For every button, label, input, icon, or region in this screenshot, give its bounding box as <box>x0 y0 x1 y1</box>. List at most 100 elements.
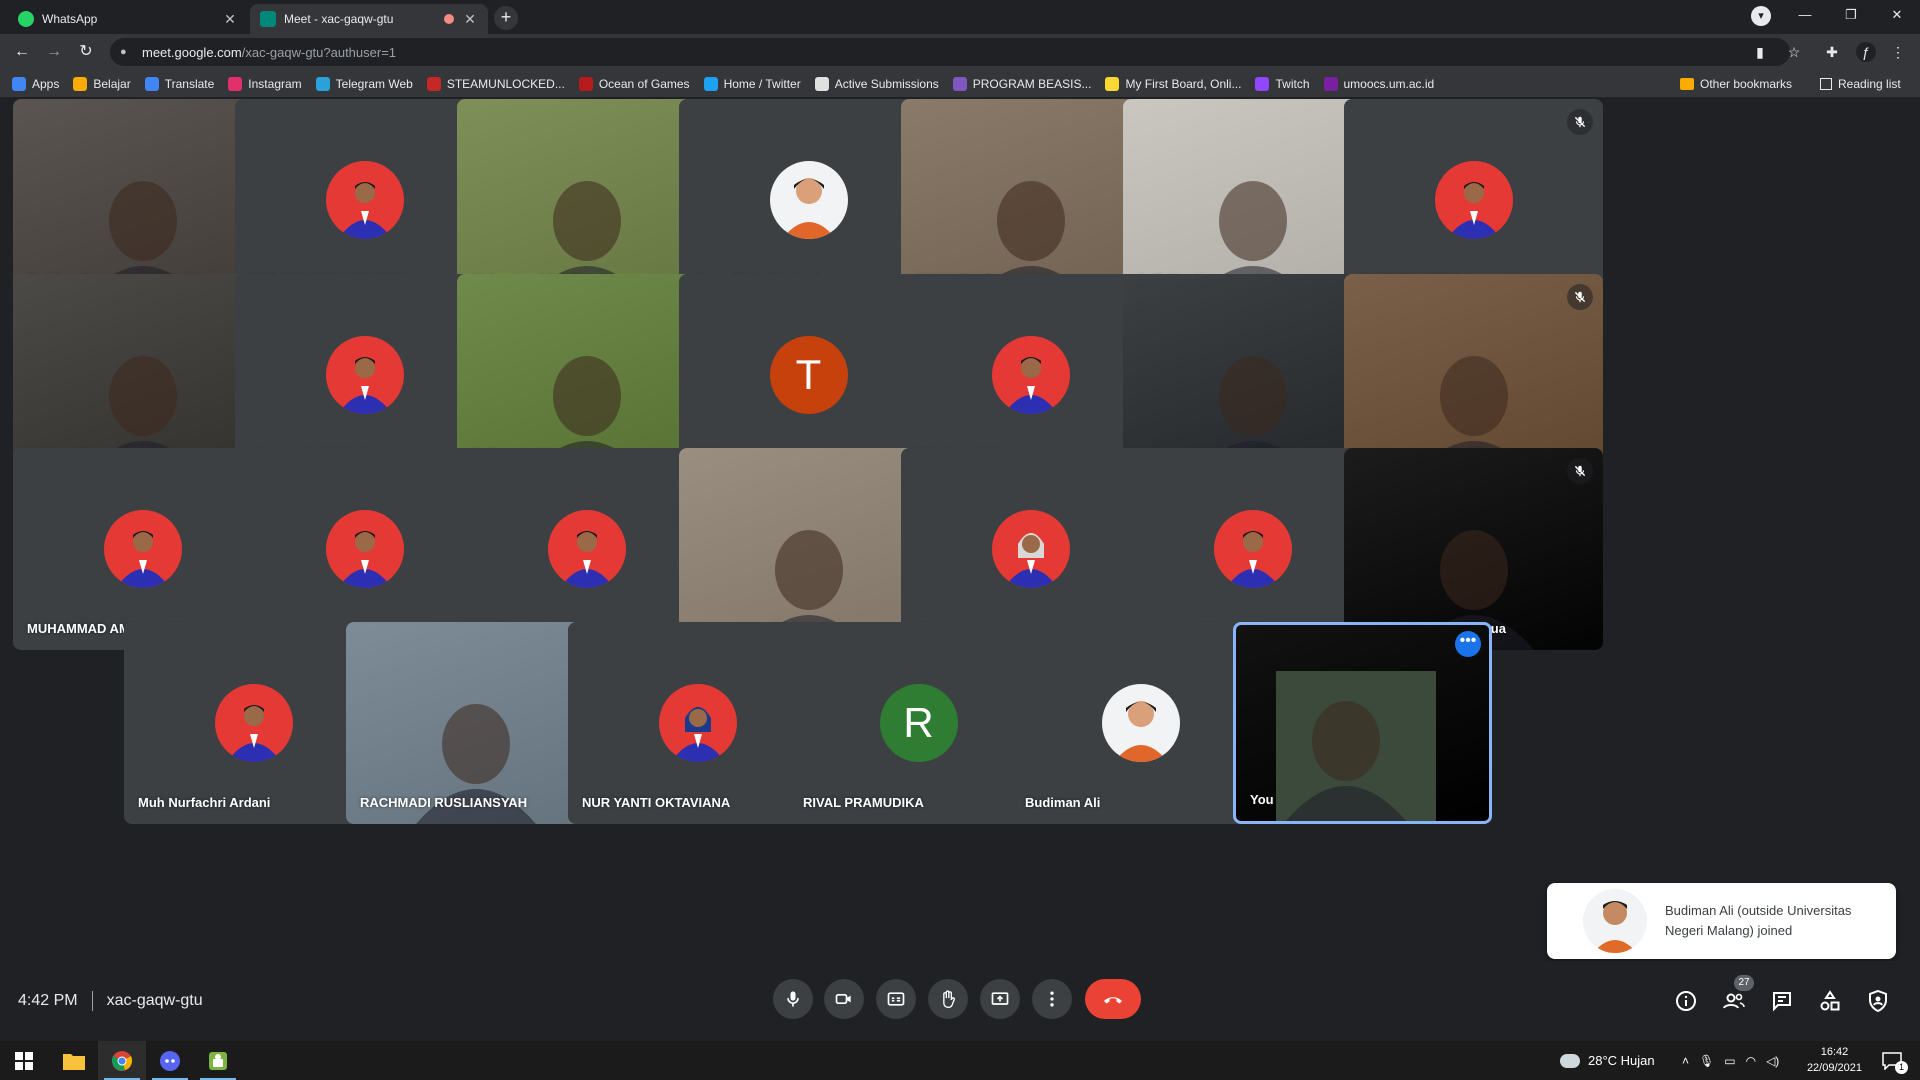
tile-options-icon[interactable]: ••• <box>1455 631 1481 657</box>
participant-tile[interactable]: Novita Nada Tahira <box>679 448 938 650</box>
reading-list[interactable]: Reading list <box>1820 70 1901 98</box>
camera-in-use-icon[interactable]: ▮ <box>1750 42 1770 62</box>
forward-icon[interactable]: → <box>42 40 66 64</box>
participant-tile[interactable]: Muhammad Adi Pramono <box>457 99 716 301</box>
bookmark-favicon-icon <box>1105 76 1120 91</box>
participant-tile[interactable]: RACHMADI RUSLIANSYAH <box>346 622 605 824</box>
participant-tile[interactable]: TTri Pananggung <box>679 274 938 476</box>
bookmark-item[interactable]: My First Board, Onli... <box>1105 76 1241 91</box>
captions-button[interactable] <box>876 979 916 1019</box>
raise-hand-button[interactable] <box>928 979 968 1019</box>
discord-taskbar-button[interactable] <box>146 1041 194 1080</box>
participant-tile[interactable]: NUR SYAHRIAL MAULIDI <box>235 99 494 301</box>
bookmark-item[interactable]: Twitch <box>1255 76 1310 91</box>
participant-tile[interactable]: MUHAMAD DENNO <box>235 274 494 476</box>
volume-icon[interactable]: ◁) <box>1766 1054 1779 1068</box>
bookmark-favicon-icon <box>315 76 330 91</box>
participant-tile[interactable]: Winaldo Dwi Putra Laua <box>1344 448 1603 650</box>
bookmark-item[interactable]: Home / Twitter <box>703 76 801 91</box>
self-video-tile[interactable]: ••• You <box>1233 622 1492 824</box>
bookmark-item[interactable]: STEAMUNLOCKED... <box>426 76 565 91</box>
chevron-up-icon[interactable]: ˄ <box>1682 1054 1689 1068</box>
participant-tile[interactable]: MUHAMMAD AMJAD AZIZ <box>13 448 272 650</box>
battery-icon[interactable]: ▭ <box>1724 1054 1735 1068</box>
profile-icon[interactable]: ƒ <box>1856 42 1876 62</box>
bookmark-item[interactable]: PROGRAM BEASIS... <box>952 76 1091 91</box>
minimize-icon[interactable]: — <box>1782 0 1828 34</box>
mic-button[interactable] <box>773 979 813 1019</box>
close-window-icon[interactable]: ✕ <box>1874 0 1920 34</box>
meeting-info-button[interactable] <box>1672 987 1700 1015</box>
windows-start-button[interactable] <box>0 1041 48 1080</box>
participant-tile[interactable]: Budiman Ali <box>1011 622 1270 824</box>
bookmark-item[interactable]: Translate <box>144 76 214 91</box>
back-icon[interactable]: ← <box>10 40 34 64</box>
host-controls-button[interactable] <box>1864 987 1892 1015</box>
weather-widget[interactable]: 28°C Hujan <box>1560 1041 1655 1080</box>
bookmark-item[interactable]: Apps <box>12 76 59 91</box>
chrome-taskbar-button[interactable] <box>98 1041 146 1080</box>
reading-list-icon <box>1820 78 1832 90</box>
participant-tile[interactable]: MUHAMMAD SYUKUR <box>901 99 1160 301</box>
profile-avatar <box>547 510 626 588</box>
tab-search-icon[interactable]: ▾ <box>1738 0 1784 34</box>
bookmark-item[interactable]: Belajar <box>73 76 131 91</box>
bookmark-label: Ocean of Games <box>598 76 690 91</box>
letter-avatar: R <box>879 684 958 762</box>
camera-button[interactable] <box>824 979 864 1019</box>
bookmark-item[interactable]: umoocs.um.ac.id <box>1323 76 1434 91</box>
video-feed <box>1276 671 1436 821</box>
more-options-button[interactable] <box>1032 979 1072 1019</box>
microphone-tray-icon[interactable]: 🎙 <box>1699 1054 1714 1068</box>
windows-taskbar: 28°C Hujan ˄ 🎙 ▭ ◠ ◁) 16:42 22/09/2021 1 <box>0 1041 1920 1080</box>
bookmark-favicon-icon <box>12 76 26 91</box>
tab-meet[interactable]: Meet - xac-gaqw-gtu ✕ <box>250 4 488 34</box>
address-bar[interactable]: ● meet.google.com/xac-gaqw-gtu?authuser=… <box>110 38 1790 66</box>
participant-tile[interactable]: Befina Aprilliani <box>457 274 716 476</box>
file-explorer-button[interactable] <box>50 1041 98 1080</box>
new-tab-button[interactable]: + <box>494 6 518 30</box>
taskbar-clock[interactable]: 16:42 22/09/2021 <box>1807 1044 1862 1076</box>
participant-tile[interactable]: Ajeng Fitria Wardani <box>679 99 938 301</box>
restore-icon[interactable]: ❐ <box>1828 0 1874 34</box>
participant-tile[interactable]: Saddam Sinatrya Jalu Mukti <box>13 99 272 301</box>
participant-tile[interactable]: P. Brian Permana <box>235 448 494 650</box>
bookmark-item[interactable]: Instagram <box>228 76 302 91</box>
mic-icon <box>787 991 799 1007</box>
participant-tile[interactable]: YOGA ARIF <box>13 274 272 476</box>
close-tab-icon[interactable]: ✕ <box>462 11 478 28</box>
bookmark-item[interactable]: Ocean of Games <box>578 76 690 91</box>
other-bookmarks[interactable]: Other bookmarks <box>1680 70 1792 98</box>
activities-button[interactable] <box>1816 987 1844 1015</box>
participant-tile[interactable]: Rizki Indah Pertiwi <box>901 448 1160 650</box>
chat-button[interactable] <box>1768 987 1796 1015</box>
bookmark-item[interactable]: Active Submissions <box>814 76 939 91</box>
bookmark-favicon-icon <box>228 76 243 91</box>
participant-tile[interactable]: TRI MULYOTO <box>901 274 1160 476</box>
reload-icon[interactable]: ↻ <box>74 40 98 64</box>
wifi-icon[interactable]: ◠ <box>1746 1054 1756 1068</box>
participant-tile[interactable]: R RIVAL PRAMUDIKA <box>789 622 1048 824</box>
bookmark-favicon-icon <box>144 76 159 91</box>
bookmark-item[interactable]: Telegram Web <box>315 76 413 91</box>
participant-tile[interactable]: Nahdah Hayati Muflihah <box>1344 274 1603 476</box>
close-tab-icon[interactable]: ✕ <box>222 11 238 28</box>
tab-whatsapp[interactable]: WhatsApp ✕ <box>8 4 248 34</box>
action-center-button[interactable]: 1 <box>1870 1041 1914 1080</box>
people-button[interactable]: 27 <box>1720 975 1754 1015</box>
cloud-rain-icon <box>1560 1053 1580 1068</box>
android-taskbar-button[interactable] <box>194 1041 242 1080</box>
browser-toolbar: ← → ↻ ● meet.google.com/xac-gaqw-gtu?aut… <box>0 34 1920 70</box>
participant-tile[interactable]: Muh Nurfachri Ardani <box>124 622 383 824</box>
leave-call-button[interactable] <box>1085 979 1141 1019</box>
muted-mic-icon <box>1567 109 1593 135</box>
bookmark-star-icon[interactable]: ☆ <box>1784 42 1804 62</box>
chrome-menu-icon[interactable]: ⋮ <box>1888 42 1908 62</box>
letter-avatar: T <box>769 336 848 414</box>
extensions-icon[interactable]: ✚ <box>1822 42 1842 62</box>
people-icon <box>1723 993 1745 1009</box>
participant-tile[interactable]: TUNGGUL WIDO <box>1344 99 1603 301</box>
url-host: meet.google.com <box>142 44 242 60</box>
present-button[interactable] <box>980 979 1020 1019</box>
participant-tile[interactable]: YONIX ADHIRAKSA <box>457 448 716 650</box>
